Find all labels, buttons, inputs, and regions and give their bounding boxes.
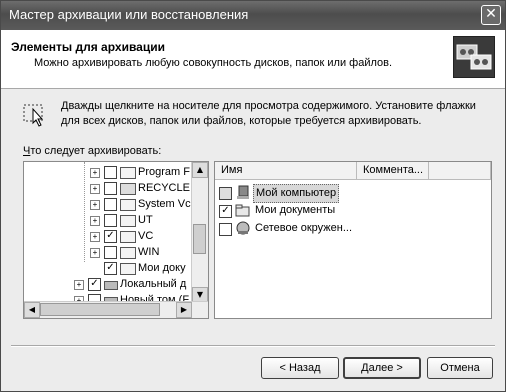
instruction-text: Дважды щелкните на носителе для просмотр… — [61, 100, 476, 127]
expand-icon[interactable]: + — [90, 184, 100, 194]
list-item-label: Мой компьютер — [253, 184, 340, 203]
wizard-header: Элементы для архивации Можно архивироват… — [1, 30, 505, 89]
checkbox-checked[interactable]: ✓ — [219, 205, 232, 218]
checkbox[interactable] — [104, 214, 117, 227]
tree-item-label: UT — [138, 214, 153, 226]
tree-item-label: WIN — [138, 246, 160, 258]
page-subtitle: Можно архивировать любую совокупность ди… — [34, 57, 393, 69]
checkbox-mixed[interactable] — [219, 187, 232, 200]
file-list[interactable]: Имя Коммента... Мой компьютер ✓ Мои доку… — [214, 161, 492, 319]
tree-vertical-scrollbar[interactable]: ▲ ▼ — [191, 162, 208, 303]
folder-icon — [120, 263, 136, 275]
list-item-label: Мои документы — [255, 204, 336, 216]
tree-label-rest: то следует архивировать: — [30, 145, 162, 157]
cancel-button[interactable]: Отмена — [427, 357, 493, 379]
computer-icon — [237, 185, 249, 199]
scroll-thumb[interactable] — [40, 303, 160, 316]
recycle-bin-icon — [120, 183, 136, 195]
column-header-comment[interactable]: Коммента... — [357, 162, 429, 180]
checkbox[interactable] — [104, 182, 117, 195]
column-header-empty — [429, 162, 491, 180]
scroll-right-button[interactable]: ▶ — [176, 302, 192, 318]
cursor-click-icon — [23, 101, 49, 127]
expand-icon[interactable]: + — [74, 280, 84, 290]
checkbox[interactable] — [104, 246, 117, 259]
window-title: Мастер архивации или восстановления — [9, 7, 249, 22]
column-header-name[interactable]: Имя — [215, 162, 357, 180]
tree-item-label: Локальный д — [120, 278, 187, 290]
list-item-label: Сетевое окружен... — [255, 222, 353, 234]
expand-icon[interactable]: + — [90, 200, 100, 210]
folder-icon — [120, 231, 136, 243]
next-button[interactable]: Далее > — [343, 357, 421, 379]
folder-icon — [120, 199, 136, 211]
checkbox[interactable] — [104, 198, 117, 211]
scroll-up-button[interactable]: ▲ — [192, 162, 208, 178]
footer-divider — [11, 345, 495, 347]
wizard-window: Мастер архивации или восстановления ✕ Эл… — [0, 0, 506, 392]
checkbox-checked[interactable]: ✓ — [88, 278, 101, 291]
checkbox[interactable] — [104, 166, 117, 179]
tree-item-label: RECYCLE — [138, 182, 190, 194]
scroll-thumb[interactable] — [193, 224, 206, 254]
backup-wizard-icon — [453, 36, 495, 78]
drive-icon — [104, 281, 118, 290]
expand-icon[interactable]: + — [90, 168, 100, 178]
tree-item-label: Мои доку — [138, 262, 186, 274]
tree-item-label: System Vc — [138, 198, 191, 210]
network-icon — [236, 221, 250, 235]
folder-icon — [120, 167, 136, 179]
tree-item-label: Program F — [138, 166, 190, 178]
page-title: Элементы для архивации — [11, 40, 165, 54]
checkbox-checked[interactable]: ✓ — [104, 262, 117, 275]
documents-icon — [235, 204, 250, 217]
folder-icon — [120, 247, 136, 259]
folder-icon — [120, 215, 136, 227]
expand-icon[interactable]: + — [90, 248, 100, 258]
expand-icon[interactable]: + — [90, 216, 100, 226]
close-button[interactable]: ✕ — [481, 5, 501, 25]
scroll-left-button[interactable]: ◀ — [24, 302, 40, 318]
tree-label: Что следует архивировать: — [23, 145, 161, 157]
checkbox-checked[interactable]: ✓ — [104, 230, 117, 243]
expand-icon[interactable]: + — [90, 232, 100, 242]
tree-horizontal-scrollbar[interactable]: ◀ ▶ — [24, 301, 208, 318]
folder-tree[interactable]: + Program F + RECYCLE + System Vc + UT +… — [23, 161, 209, 319]
title-bar: Мастер архивации или восстановления ✕ — [1, 1, 505, 30]
tree-item-label: VC — [138, 230, 154, 242]
checkbox[interactable] — [219, 223, 232, 236]
back-button[interactable]: < Назад — [261, 357, 339, 379]
